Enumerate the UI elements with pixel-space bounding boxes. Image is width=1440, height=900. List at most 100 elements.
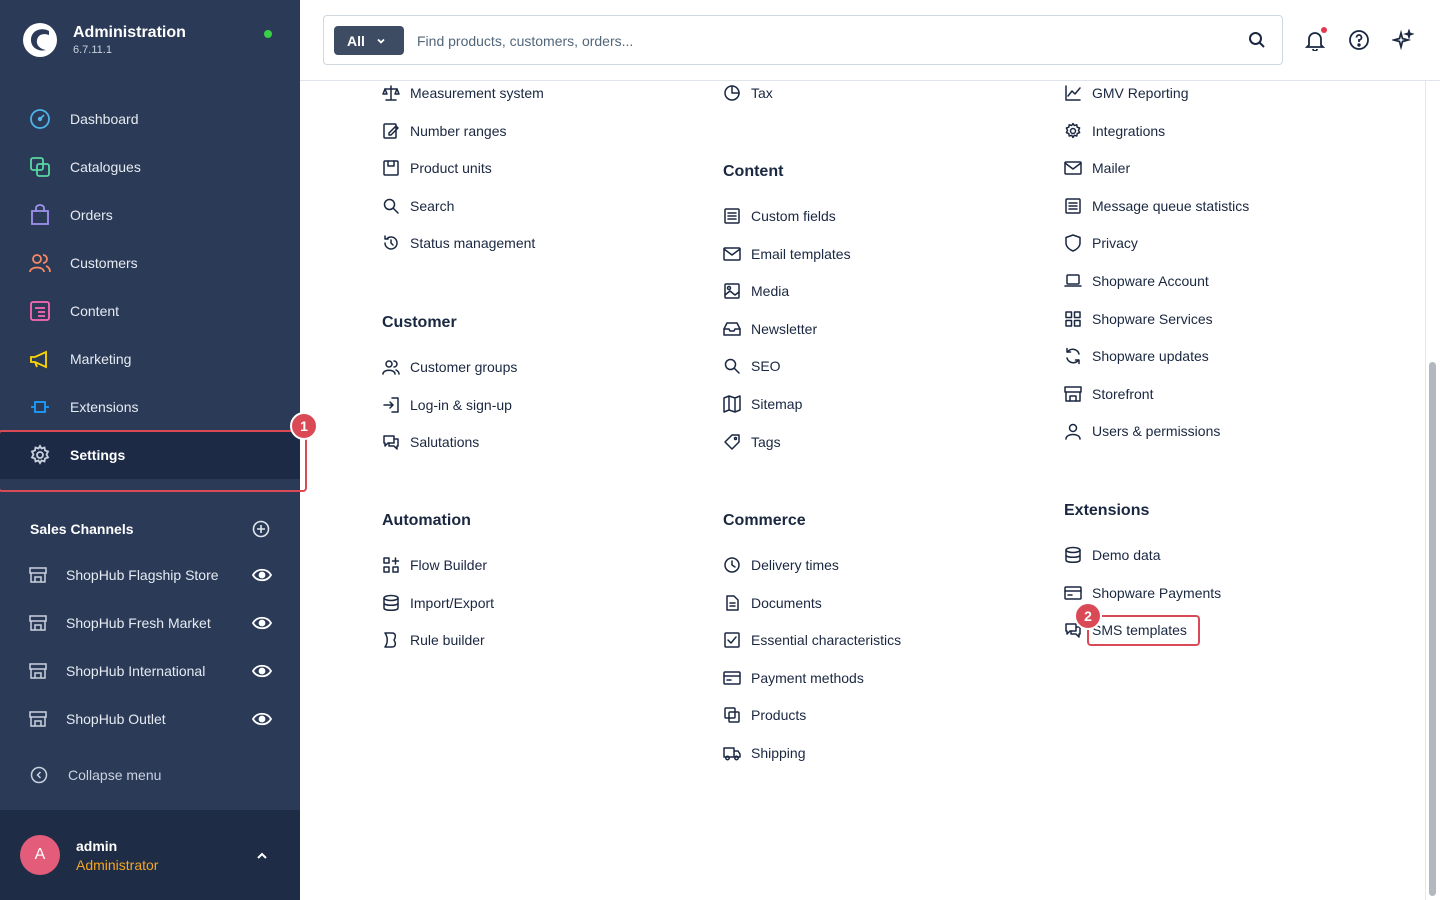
settings-item-documents[interactable]: Documents [723, 594, 822, 612]
nav-extensions[interactable]: Extensions [0, 383, 300, 431]
user-menu[interactable]: A admin Administrator [0, 810, 300, 900]
eye-icon[interactable] [252, 661, 272, 681]
nav-marketing[interactable]: Marketing [0, 335, 300, 383]
nav-label: Extensions [70, 399, 139, 415]
settings-item-label: Email templates [751, 245, 851, 262]
settings-item-label: Flow Builder [410, 557, 488, 573]
settings-item-log-in-and-sign-up[interactable]: Log-in & sign-up [382, 396, 512, 414]
search-type-dropdown[interactable]: All [334, 26, 404, 55]
search-type-label: All [347, 32, 365, 49]
settings-item-label: Essential characteristics [751, 632, 902, 649]
scale-icon [382, 84, 400, 102]
scrollbar-thumb[interactable] [1429, 362, 1436, 896]
settings-item-label: Tax [751, 85, 773, 101]
settings-item-product-units[interactable]: Product units [382, 159, 492, 177]
dashboard-icon [28, 107, 52, 131]
highlight-sms-templates [1087, 615, 1200, 646]
storefront-icon [1064, 385, 1082, 403]
nav-settings[interactable]: Settings [0, 430, 307, 492]
settings-item-newsletter[interactable]: Newsletter [723, 320, 817, 338]
nav-customers[interactable]: Customers [0, 239, 300, 287]
collapse-menu-button[interactable]: Collapse menu [30, 766, 161, 784]
settings-item-products[interactable]: Products [723, 706, 806, 724]
settings-item-shipping[interactable]: Shipping [723, 744, 806, 762]
brand: Administration 6.7.11.1 [22, 22, 186, 58]
mail-icon [723, 245, 741, 263]
ai-sparkle-icon[interactable] [1391, 28, 1415, 52]
nav-catalogues[interactable]: Catalogues [0, 143, 300, 191]
settings-item-status-management[interactable]: Status management [382, 234, 535, 252]
settings-item-salutations[interactable]: Salutations [382, 433, 479, 451]
settings-item-number-ranges[interactable]: Number ranges [382, 122, 507, 140]
settings-item-shopware-services[interactable]: Shopware Services [1064, 310, 1213, 328]
storefront-icon [28, 661, 48, 681]
search-icon[interactable] [1248, 31, 1266, 49]
settings-item-search[interactable]: Search [382, 197, 454, 215]
nav-label: Catalogues [70, 159, 141, 175]
clock-icon [723, 556, 741, 574]
settings-item-email-templates[interactable]: Email templates [723, 245, 851, 263]
settings-item-shopware-account[interactable]: Shopware Account [1064, 272, 1209, 290]
notification-dot [1321, 27, 1327, 33]
settings-item-label: Shopware updates [1092, 348, 1209, 365]
settings-item-customer-groups[interactable]: Customer groups [382, 358, 517, 376]
help-icon[interactable] [1347, 28, 1371, 52]
eye-icon[interactable] [252, 709, 272, 729]
settings-item-media[interactable]: Media [723, 282, 789, 300]
settings-item-import-export[interactable]: Import/Export [382, 594, 494, 612]
credit-card-icon [723, 669, 741, 687]
settings-item-flow-builder[interactable]: Flow Builder [382, 556, 487, 574]
database-icon [1064, 546, 1082, 564]
edit-icon [382, 122, 400, 140]
settings-item-gmv-reporting[interactable]: GMV Reporting [1064, 84, 1188, 102]
eye-icon[interactable] [252, 565, 272, 585]
settings-item-measurement-system[interactable]: Measurement system [382, 84, 544, 102]
sales-channel-item[interactable]: ShopHub Fresh Market [0, 599, 300, 647]
avatar: A [20, 835, 60, 875]
settings-item-custom-fields[interactable]: Custom fields [723, 207, 836, 225]
list-icon [1064, 197, 1082, 215]
sales-channel-label: ShopHub Flagship Store [66, 567, 219, 583]
settings-item-rule-builder[interactable]: Rule builder [382, 631, 485, 649]
sales-channel-item[interactable]: ShopHub Outlet [0, 695, 300, 743]
nav-dashboard[interactable]: Dashboard [0, 95, 300, 143]
settings-item-label: Payment methods [751, 669, 864, 686]
settings-item-payment-methods[interactable]: Payment methods [723, 669, 864, 687]
sales-channel-label: ShopHub Outlet [66, 711, 166, 727]
settings-item-label: Custom fields [751, 208, 836, 224]
global-search: All [323, 15, 1283, 65]
add-sales-channel-icon[interactable] [252, 520, 270, 538]
settings-item-sitemap[interactable]: Sitemap [723, 395, 802, 413]
settings-item-message-queue-statistics[interactable]: Message queue statistics [1064, 197, 1249, 215]
nav-content[interactable]: Content [0, 287, 300, 335]
chevron-up-icon[interactable] [254, 848, 270, 864]
pie-icon [723, 84, 741, 102]
settings-item-storefront[interactable]: Storefront [1064, 385, 1153, 403]
settings-item-integrations[interactable]: Integrations [1064, 122, 1165, 140]
settings-item-shopware-updates[interactable]: Shopware updates [1064, 347, 1209, 365]
group-title-extensions: Extensions [1064, 502, 1150, 519]
app-version: 6.7.11.1 [73, 44, 112, 56]
sales-channel-item[interactable]: ShopHub Flagship Store [0, 551, 300, 599]
settings-item-label: Storefront [1092, 385, 1154, 402]
database-icon [382, 594, 400, 612]
settings-item-essential-characteristics[interactable]: Essential characteristics [723, 631, 901, 649]
settings-item-tags[interactable]: Tags [723, 433, 781, 451]
nav-label: Orders [70, 207, 113, 223]
settings-item-tax[interactable]: Tax [723, 84, 773, 102]
nav-orders[interactable]: Orders [0, 191, 300, 239]
sales-channel-item[interactable]: ShopHub International [0, 647, 300, 695]
settings-item-label: Product units [410, 160, 492, 177]
settings-content: Measurement system Number ranges Product u… [300, 81, 1425, 900]
nav-label: Customers [70, 255, 138, 271]
users-icon [382, 358, 400, 376]
settings-item-mailer[interactable]: Mailer [1064, 159, 1130, 177]
settings-item-shopware-payments[interactable]: Shopware Payments [1064, 584, 1221, 602]
settings-item-privacy[interactable]: Privacy [1064, 234, 1138, 253]
search-input[interactable] [417, 28, 1217, 54]
settings-item-delivery-times[interactable]: Delivery times [723, 556, 839, 574]
settings-item-demo-data[interactable]: Demo data [1064, 546, 1160, 564]
eye-icon[interactable] [252, 613, 272, 633]
settings-item-users-and-permissions[interactable]: Users & permissions [1064, 422, 1220, 441]
settings-item-seo[interactable]: SEO [723, 357, 781, 375]
